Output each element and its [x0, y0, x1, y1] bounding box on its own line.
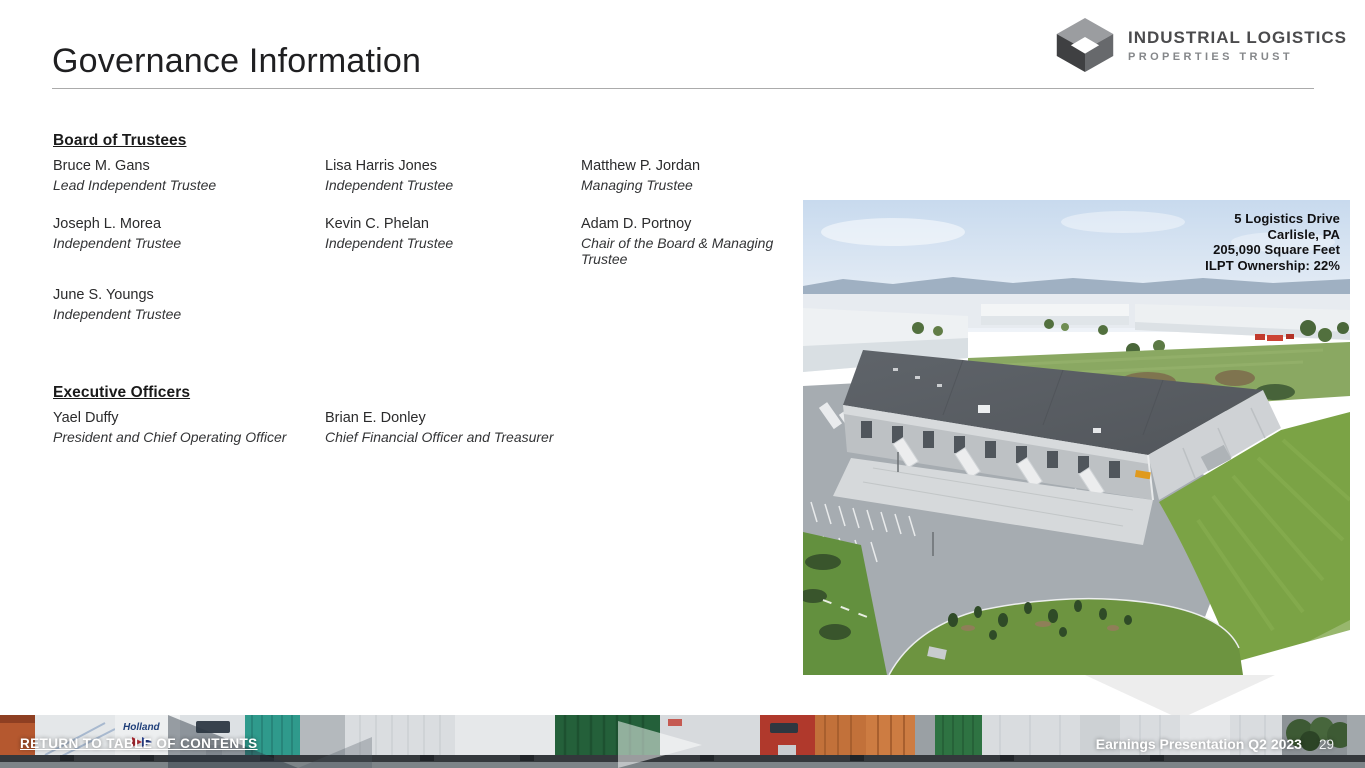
presentation-label: Earnings Presentation Q2 2023 — [1096, 736, 1302, 752]
logo-subname: PROPERTIES TRUST — [1128, 51, 1347, 63]
board-heading: Board of Trustees — [53, 132, 186, 150]
trustee-title: Chair of the Board & Managing Trustee — [581, 236, 793, 267]
company-logo: INDUSTRIAL LOGISTICS PROPERTIES TRUST — [1054, 18, 1347, 72]
trustee-name: June S. Youngs — [53, 285, 315, 306]
trustee-title: Independent Trustee — [325, 178, 587, 194]
officer-title: Chief Financial Officer and Treasurer — [325, 430, 597, 446]
trustee-name: Adam D. Portnoy — [581, 214, 793, 235]
property-photo: 5 Logistics Drive Carlisle, PA 205,090 S… — [803, 200, 1350, 675]
trustee-title: Independent Trustee — [325, 236, 587, 252]
trustee-title: Managing Trustee — [581, 178, 796, 194]
slide: Governance Information INDUSTRIAL LOGIST… — [0, 0, 1365, 768]
logo-wordmark: INDUSTRIAL LOGISTICS PROPERTIES TRUST — [1128, 28, 1347, 63]
property-size: 205,090 Square Feet — [1205, 242, 1340, 258]
trustee-name: Joseph L. Morea — [53, 214, 315, 235]
property-city: Carlisle, PA — [1205, 227, 1340, 243]
trustee-card: Lisa Harris Jones Independent Trustee — [325, 156, 587, 194]
officer-card: Yael Duffy President and Chief Operating… — [53, 408, 325, 446]
return-to-toc-link[interactable]: RETURN TO TABLE OF CONTENTS — [20, 736, 258, 751]
footer-meta: Earnings Presentation Q2 2023 29 — [1096, 736, 1334, 752]
property-address: 5 Logistics Drive — [1205, 211, 1340, 227]
property-caption: 5 Logistics Drive Carlisle, PA 205,090 S… — [1205, 211, 1340, 273]
page-title: Governance Information — [52, 42, 421, 81]
page-number: 29 — [1319, 737, 1334, 752]
trustee-name: Matthew P. Jordan — [581, 156, 796, 177]
trustee-card: Joseph L. Morea Independent Trustee — [53, 214, 315, 252]
officer-name: Brian E. Donley — [325, 408, 597, 429]
trustee-card: Adam D. Portnoy Chair of the Board & Man… — [581, 214, 793, 267]
property-ownership: ILPT Ownership: 22% — [1205, 258, 1340, 274]
trustee-title: Lead Independent Trustee — [53, 178, 315, 194]
truck-brand-text: Holland — [123, 722, 161, 733]
logo-name: INDUSTRIAL LOGISTICS — [1128, 28, 1347, 48]
footer-bar: Holland — [0, 715, 1365, 768]
trustee-name: Lisa Harris Jones — [325, 156, 587, 177]
officer-card: Brian E. Donley Chief Financial Officer … — [325, 408, 597, 446]
trustee-name: Bruce M. Gans — [53, 156, 315, 177]
title-divider — [52, 88, 1314, 89]
officer-name: Yael Duffy — [53, 408, 325, 429]
officer-title: President and Chief Operating Officer — [53, 430, 325, 446]
chevron-watermark — [1085, 675, 1275, 719]
trustee-card: Kevin C. Phelan Independent Trustee — [325, 214, 587, 252]
trustee-card: Bruce M. Gans Lead Independent Trustee — [53, 156, 315, 194]
trustee-card: June S. Youngs Independent Trustee — [53, 285, 315, 323]
trustee-title: Independent Trustee — [53, 307, 315, 323]
executive-heading: Executive Officers — [53, 384, 190, 402]
trustee-card: Matthew P. Jordan Managing Trustee — [581, 156, 796, 194]
trustee-name: Kevin C. Phelan — [325, 214, 587, 235]
trustee-title: Independent Trustee — [53, 236, 315, 252]
cube-logo-icon — [1054, 18, 1116, 72]
